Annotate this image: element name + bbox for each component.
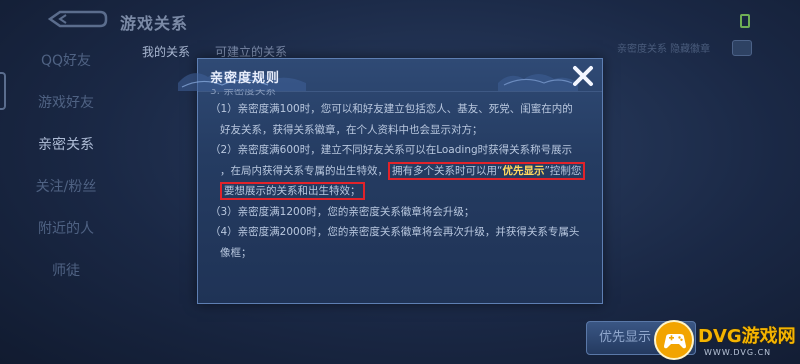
highlight-box-2: 要想展示的关系和出生特效； (220, 182, 365, 200)
rule-line-3: （2）亲密度满600时，建立不同好友关系可以在Loading时获得关系称号展示 (210, 144, 573, 156)
rule-line-8: 像框； (220, 246, 252, 259)
back-button[interactable] (40, 6, 112, 32)
sidebar-item-game-friends[interactable]: 游戏好友 (18, 90, 114, 132)
cloud-decoration-icon (498, 74, 578, 91)
left-edge-handle[interactable] (0, 72, 6, 110)
rule-line-2: 好友关系，获得关系徽章，在个人资料中也会显示对方； (220, 123, 483, 136)
tab-my-relations[interactable]: 我的关系 (142, 43, 190, 60)
rule-line-4b-post: ”控制您 (544, 164, 582, 177)
rule-line-5: 要想展示的关系和出生特效； (210, 181, 594, 202)
battery-icon (740, 14, 750, 28)
sidebar: QQ好友 游戏好友 亲密关系 关注/粉丝 附近的人 师徒 (18, 48, 114, 300)
sidebar-item-nearby[interactable]: 附近的人 (18, 216, 114, 258)
close-icon (573, 66, 593, 86)
priority-display-highlight: 优先显示 (502, 164, 545, 177)
top-bar: 游戏关系 (0, 0, 800, 42)
sidebar-item-intimate[interactable]: 亲密关系 (18, 132, 114, 174)
rule-line-4a: ，在局内获得关系专属的出生特效， (220, 164, 388, 177)
rule-section-heading: 3. 亲密度关系 (210, 89, 276, 97)
badge-toggle-icon[interactable] (732, 40, 752, 56)
rules-text: 3. 亲密度关系 （1）亲密度满100时，您可以和好友建立包括恋人、基友、死党、… (210, 89, 594, 299)
sidebar-item-mentor[interactable]: 师徒 (18, 258, 114, 300)
dialog-title: 亲密度规则 (210, 71, 281, 86)
close-button[interactable] (570, 63, 596, 89)
rule-line-7: （4）亲密度满2000时，您的亲密度关系徽章将会再次升级，并获得关系专属头 (210, 226, 580, 238)
dialog-header: 亲密度规则 (178, 59, 602, 93)
gamepad-icon (664, 334, 686, 349)
watermark-logo: DVG游戏网 WWW.DVG.CN (654, 318, 798, 364)
rule-line-6: （3）亲密度满1200时，您的亲密度关系徽章将会升级； (210, 205, 475, 218)
rule-line-4b-pre: 拥有多个关系时可以用“ (392, 164, 503, 177)
gamepad-logo-icon (654, 320, 694, 360)
watermark-url: WWW.DVG.CN (704, 348, 772, 357)
sidebar-item-follow-fans[interactable]: 关注/粉丝 (18, 174, 114, 216)
highlight-box-1: 拥有多个关系时可以用“优先显示”控制您 (388, 161, 586, 180)
back-arrow-icon (47, 10, 108, 28)
rule-line-4: ，在局内获得关系专属的出生特效， 拥有多个关系时可以用“优先显示”控制您 (210, 161, 594, 182)
rules-dialog: 亲密度规则 3. 亲密度关系 （1）亲密度满100时，您可以和好友建立包括恋人、… (178, 58, 603, 304)
page-title: 游戏关系 (120, 14, 189, 33)
watermark-name: DVG游戏网 (698, 326, 796, 347)
rule-line-1: （1）亲密度满100时，您可以和好友建立包括恋人、基友、死党、闺蜜在内的 (210, 103, 573, 115)
sidebar-item-qq-friends[interactable]: QQ好友 (18, 48, 114, 90)
hide-badge-label: 亲密度关系 隐藏徽章 (617, 44, 711, 55)
